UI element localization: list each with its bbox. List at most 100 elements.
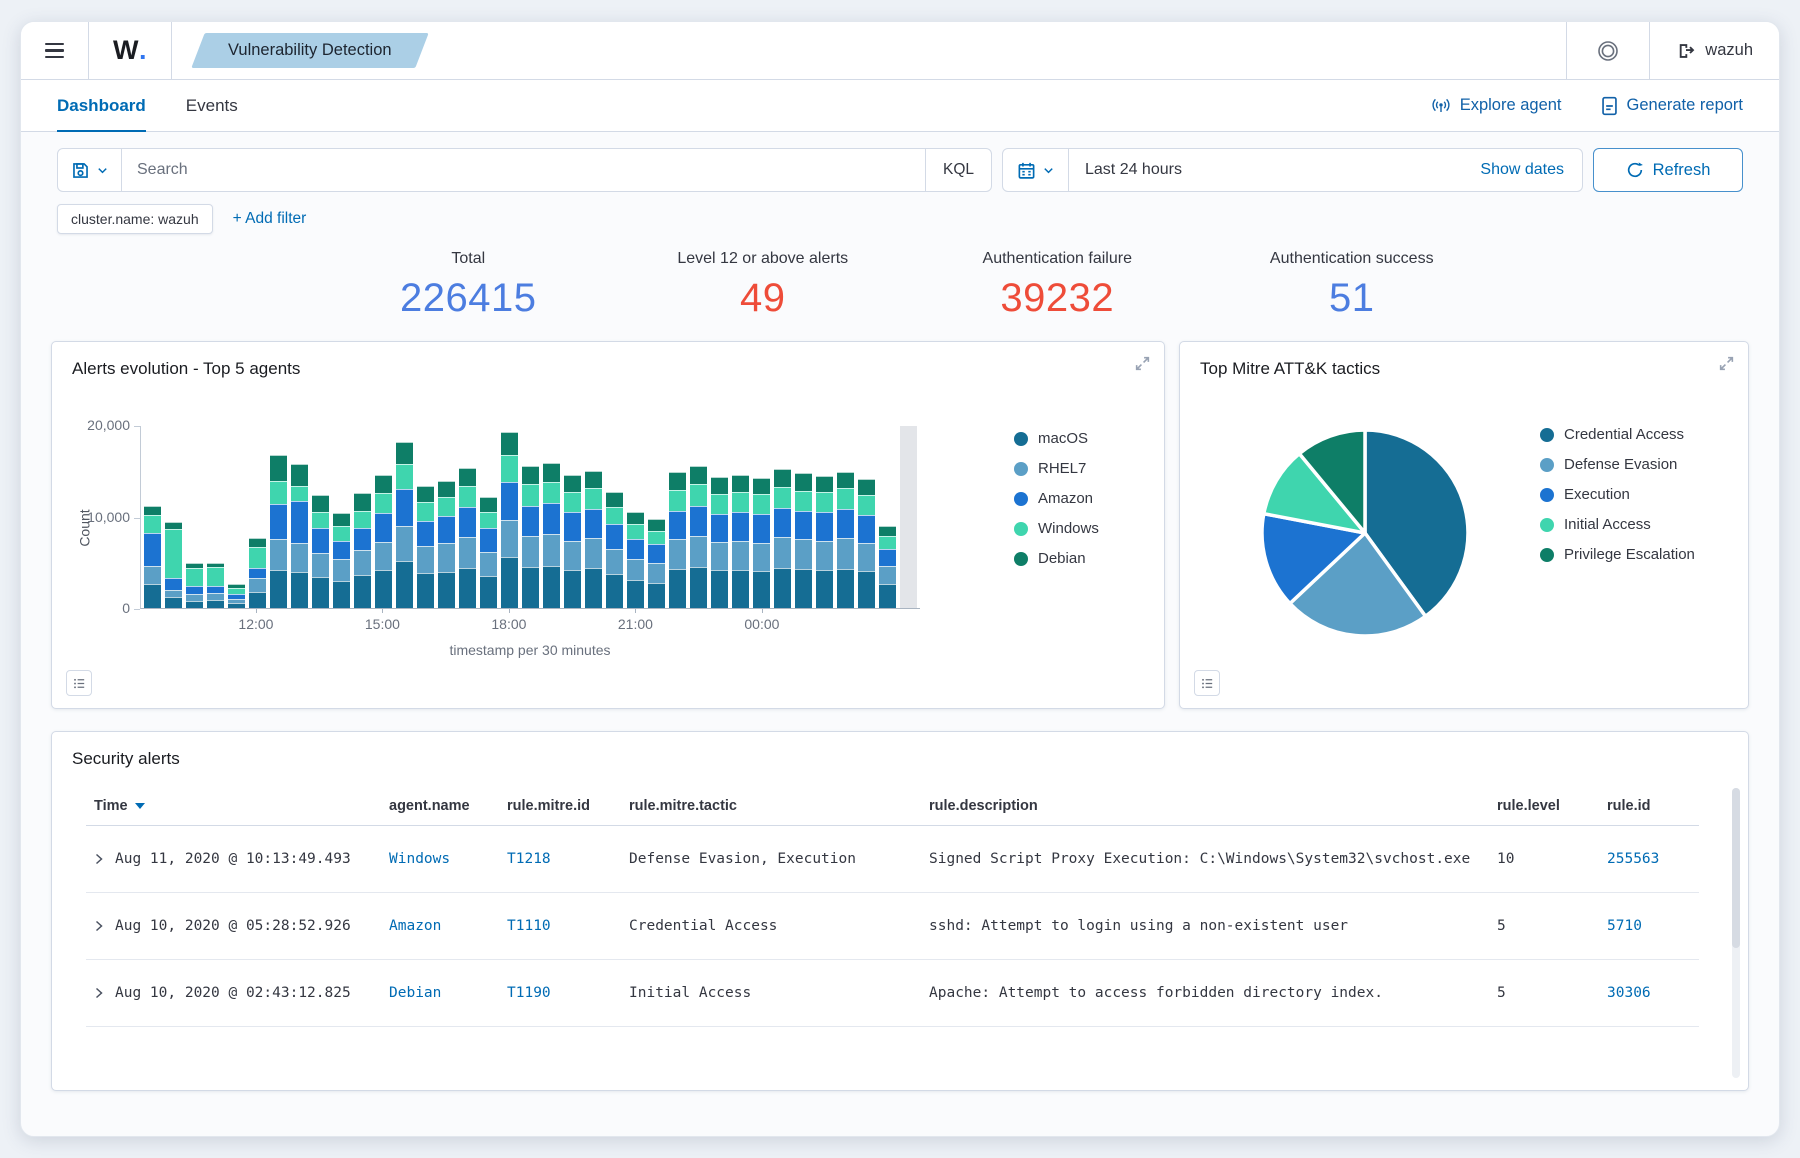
bar-segment-debian: [375, 475, 392, 493]
legend-item-execution[interactable]: Execution: [1540, 486, 1695, 503]
stacked-bar[interactable]: [837, 426, 854, 608]
stacked-bar[interactable]: [753, 426, 770, 608]
col-header-rule-id[interactable]: rule.id: [1599, 786, 1699, 826]
stacked-bar[interactable]: [417, 426, 434, 608]
stacked-bar[interactable]: [522, 426, 539, 608]
bar-plot[interactable]: [140, 426, 920, 609]
stacked-bar[interactable]: [564, 426, 581, 608]
table-row[interactable]: Aug 10, 2020 @ 05:28:52.926AmazonT1110Cr…: [86, 893, 1699, 960]
stacked-bar[interactable]: [606, 426, 623, 608]
bar-segment-rhel7: [795, 539, 812, 569]
stacked-bar[interactable]: [858, 426, 875, 608]
stacked-bar[interactable]: [669, 426, 686, 608]
stacked-bar[interactable]: [396, 426, 413, 608]
stacked-bar[interactable]: [375, 426, 392, 608]
scrollbar-thumb[interactable]: [1732, 788, 1740, 948]
stacked-bar[interactable]: [144, 426, 161, 608]
stacked-bar[interactable]: [480, 426, 497, 608]
tab-events[interactable]: Events: [186, 80, 238, 131]
cell-agent-name[interactable]: Debian: [381, 960, 499, 1027]
legend-item-defense-evasion[interactable]: Defense Evasion: [1540, 456, 1695, 473]
stacked-bar[interactable]: [711, 426, 728, 608]
expand-panel-icon[interactable]: [1718, 355, 1735, 372]
stacked-bar[interactable]: [165, 426, 182, 608]
stacked-bar[interactable]: [459, 426, 476, 608]
mitre-pie[interactable]: [1240, 408, 1490, 658]
stacked-bar[interactable]: [690, 426, 707, 608]
stacked-bar[interactable]: [438, 426, 455, 608]
wazuh-logo[interactable]: W.: [89, 22, 171, 79]
add-filter-button[interactable]: + Add filter: [233, 210, 307, 228]
legend-dot: [1014, 432, 1028, 446]
stacked-bar[interactable]: [501, 426, 518, 608]
stacked-bar[interactable]: [249, 426, 266, 608]
legend-item-initial-access[interactable]: Initial Access: [1540, 516, 1695, 533]
stacked-bar[interactable]: [354, 426, 371, 608]
search-input[interactable]: [122, 149, 925, 191]
cell-agent-name[interactable]: Windows: [381, 826, 499, 893]
legend-item-windows[interactable]: Windows: [1014, 520, 1099, 537]
table-row[interactable]: Aug 10, 2020 @ 02:43:12.825DebianT1190In…: [86, 960, 1699, 1027]
cell-agent-name[interactable]: Amazon: [381, 893, 499, 960]
legend-item-credential-access[interactable]: Credential Access: [1540, 426, 1695, 443]
stacked-bar[interactable]: [774, 426, 791, 608]
health-circle-icon: [1595, 38, 1621, 64]
stacked-bar[interactable]: [795, 426, 812, 608]
inspect-list-button[interactable]: [1194, 670, 1220, 696]
stacked-bar[interactable]: [312, 426, 329, 608]
col-header-rule-description[interactable]: rule.description: [921, 786, 1489, 826]
stacked-bar[interactable]: [333, 426, 350, 608]
table-row[interactable]: Aug 11, 2020 @ 10:13:49.493WindowsT1218D…: [86, 826, 1699, 893]
show-dates-button[interactable]: Show dates: [1462, 149, 1582, 191]
cell-rule-id[interactable]: 5710: [1599, 893, 1699, 960]
bar-segment-amazon: [333, 541, 350, 559]
expand-row-icon[interactable]: [94, 987, 104, 999]
stacked-bar[interactable]: [648, 426, 665, 608]
stacked-bar[interactable]: [543, 426, 560, 608]
legend-item-privilege-escalation[interactable]: Privilege Escalation: [1540, 546, 1695, 563]
expand-panel-icon[interactable]: [1134, 355, 1151, 372]
table-scrollbar[interactable]: [1732, 788, 1740, 1078]
user-menu[interactable]: wazuh: [1650, 22, 1779, 79]
legend-item-amazon[interactable]: Amazon: [1014, 490, 1099, 507]
expand-row-icon[interactable]: [94, 853, 104, 865]
menu-icon[interactable]: [21, 22, 88, 79]
col-header-rule-mitre-id[interactable]: rule.mitre.id: [499, 786, 621, 826]
time-range-value[interactable]: Last 24 hours: [1069, 149, 1198, 191]
legend-item-debian[interactable]: Debian: [1014, 550, 1099, 567]
expand-row-icon[interactable]: [94, 920, 104, 932]
module-breadcrumb-badge[interactable]: Vulnerability Detection: [198, 33, 422, 68]
legend-item-macos[interactable]: macOS: [1014, 430, 1099, 447]
inspect-list-button[interactable]: [66, 670, 92, 696]
stacked-bar[interactable]: [228, 426, 245, 608]
col-header-rule-level[interactable]: rule.level: [1489, 786, 1599, 826]
legend-dot: [1014, 492, 1028, 506]
stacked-bar[interactable]: [627, 426, 644, 608]
stacked-bar[interactable]: [816, 426, 833, 608]
cell-rule-id[interactable]: 255563: [1599, 826, 1699, 893]
saved-queries-button[interactable]: [58, 149, 122, 191]
stacked-bar[interactable]: [879, 426, 896, 608]
stacked-bar[interactable]: [186, 426, 203, 608]
health-indicator-button[interactable]: [1567, 22, 1649, 79]
filter-pill[interactable]: cluster.name: wazuh: [57, 204, 213, 234]
tab-dashboard[interactable]: Dashboard: [57, 80, 146, 131]
stacked-bar[interactable]: [291, 426, 308, 608]
cell-rule-id[interactable]: 30306: [1599, 960, 1699, 1027]
legend-item-rhel7[interactable]: RHEL7: [1014, 460, 1099, 477]
generate-report-button[interactable]: Generate report: [1600, 96, 1743, 116]
stacked-bar[interactable]: [270, 426, 287, 608]
cell-rule-mitre-id[interactable]: T1190: [499, 960, 621, 1027]
col-header-time[interactable]: Time: [86, 786, 381, 826]
refresh-button[interactable]: Refresh: [1593, 148, 1743, 192]
stacked-bar[interactable]: [732, 426, 749, 608]
cell-rule-mitre-id[interactable]: T1110: [499, 893, 621, 960]
explore-agent-button[interactable]: Explore agent: [1430, 96, 1562, 116]
stacked-bar[interactable]: [585, 426, 602, 608]
kql-button[interactable]: KQL: [925, 149, 991, 191]
cell-rule-mitre-id[interactable]: T1218: [499, 826, 621, 893]
col-header-agent-name[interactable]: agent.name: [381, 786, 499, 826]
stacked-bar[interactable]: [207, 426, 224, 608]
date-quick-select-button[interactable]: [1003, 149, 1069, 191]
col-header-rule-mitre-tactic[interactable]: rule.mitre.tactic: [621, 786, 921, 826]
